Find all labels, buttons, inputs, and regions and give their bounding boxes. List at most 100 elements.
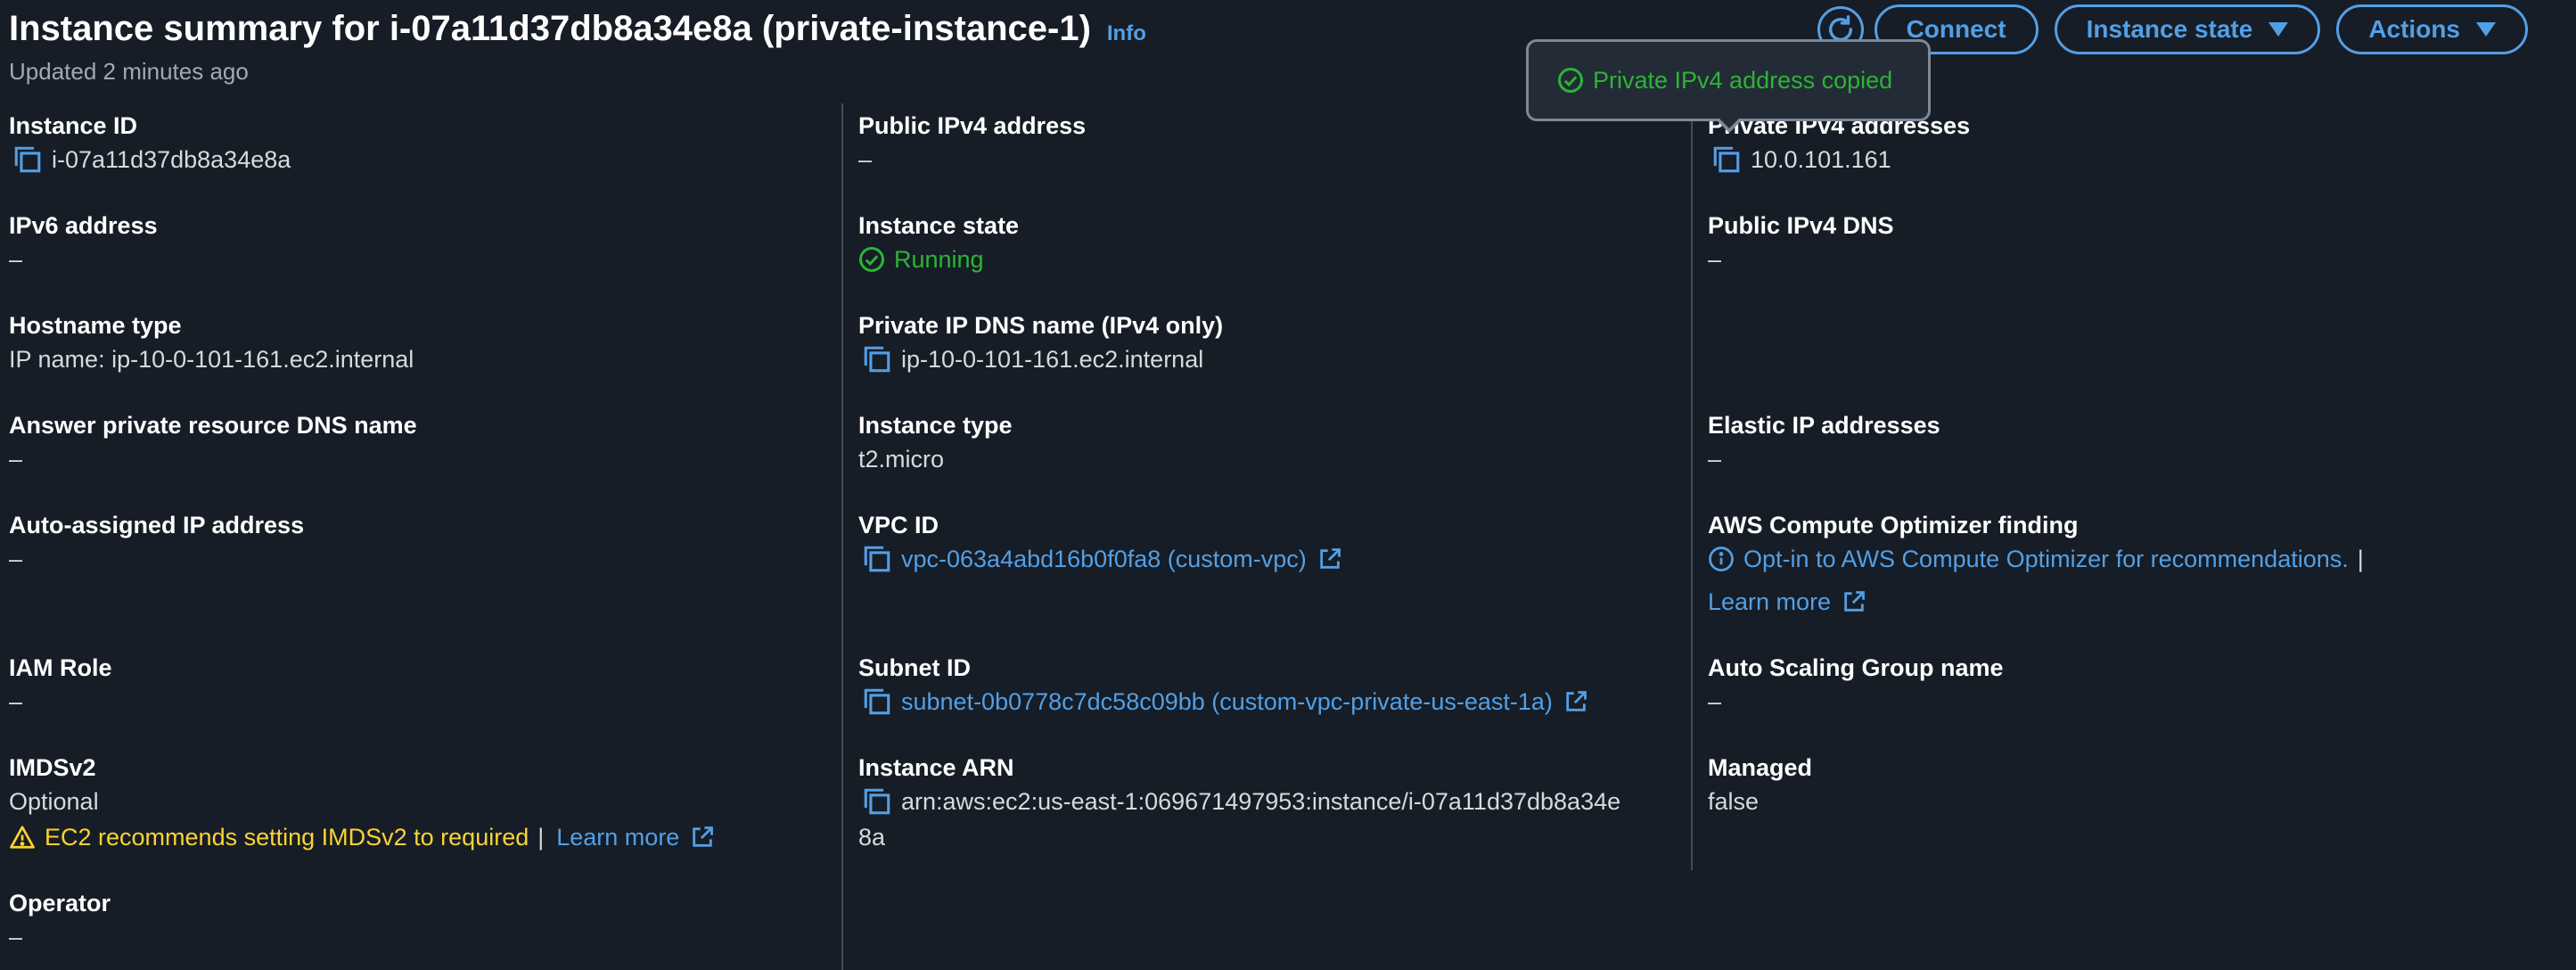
toast-pointer-fill	[1718, 117, 1741, 128]
asg-value: –	[1708, 688, 1722, 715]
auto-ip-field: Auto-assigned IP address –	[9, 509, 304, 577]
copied-toast: Private IPv4 address copied	[1526, 39, 1931, 121]
instance-type-label: Instance type	[858, 412, 1013, 439]
compute-optimizer-opt-in-link[interactable]: Opt-in to AWS Compute Optimizer for reco…	[1743, 541, 2349, 577]
info-link[interactable]: Info	[1107, 21, 1146, 46]
caret-down-icon	[2476, 22, 2496, 37]
public-dns-field: Public IPv4 DNS –	[1708, 210, 1894, 277]
elastic-ip-value: –	[1708, 446, 1722, 473]
instance-arn-field: Instance ARN arn:aws:ec2:us-east-1:06967…	[858, 752, 1620, 855]
copy-icon[interactable]	[862, 344, 892, 374]
public-dns-label: Public IPv4 DNS	[1708, 212, 1894, 239]
private-ipv4-value-row: 10.0.101.161	[1708, 142, 1970, 177]
answer-dns-value: –	[9, 446, 23, 473]
private-dns-label: Private IP DNS name (IPv4 only)	[858, 312, 1224, 339]
warning-icon	[10, 826, 35, 849]
updated-timestamp: Updated 2 minutes ago	[9, 58, 249, 85]
external-link-icon	[1320, 548, 1341, 569]
managed-label: Managed	[1708, 754, 1813, 781]
compute-optimizer-label: AWS Compute Optimizer finding	[1708, 512, 2079, 538]
vpc-id-value-row: vpc-063a4abd16b0f0fa8 (custom-vpc)	[858, 541, 1342, 577]
caret-down-icon	[2268, 22, 2289, 37]
compute-optimizer-row: Opt-in to AWS Compute Optimizer for reco…	[1708, 541, 2364, 577]
imdsv2-field: IMDSv2 Optional EC2 recommends setting I…	[9, 752, 715, 855]
instance-state-dropdown-label: Instance state	[2086, 15, 2253, 43]
answer-dns-label: Answer private resource DNS name	[9, 412, 417, 439]
compute-optimizer-learn-more-link[interactable]: Learn more	[1708, 584, 1831, 620]
private-ipv4-value: 10.0.101.161	[1751, 146, 1891, 173]
copy-icon[interactable]	[862, 544, 892, 574]
vpc-id-label: VPC ID	[858, 512, 939, 538]
summary-header: Instance summary for i-07a11d37db8a34e8a…	[9, 9, 1146, 86]
page-title: Instance summary for i-07a11d37db8a34e8a…	[9, 9, 1091, 48]
iam-role-label: IAM Role	[9, 654, 112, 681]
hostname-type-field: Hostname type IP name: ip-10-0-101-161.e…	[9, 309, 414, 377]
private-dns-field: Private IP DNS name (IPv4 only) ip-10-0-…	[858, 309, 1223, 377]
instance-id-field: Instance ID i-07a11d37db8a34e8a	[9, 110, 291, 177]
copy-icon[interactable]	[1711, 144, 1742, 175]
instance-id-value: i-07a11d37db8a34e8a	[52, 146, 291, 173]
iam-role-value: –	[9, 688, 23, 715]
imdsv2-warning-text: EC2 recommends setting IMDSv2 to require…	[45, 824, 529, 851]
public-ipv4-value: –	[858, 146, 873, 173]
managed-value: false	[1708, 788, 1760, 815]
asg-label: Auto Scaling Group name	[1708, 654, 2004, 681]
subnet-id-link[interactable]: subnet-0b0778c7dc58c09bb (custom-vpc-pri…	[901, 684, 1553, 719]
actions-dropdown-label: Actions	[2368, 15, 2460, 43]
instance-state-value: Running	[894, 246, 984, 273]
instance-state-label: Instance state	[858, 212, 1020, 239]
instance-type-value: t2.micro	[858, 446, 945, 473]
column-divider	[1691, 103, 1693, 870]
hostname-type-value: IP name: ip-10-0-101-161.ec2.internal	[9, 346, 414, 373]
public-ipv4-field: Public IPv4 address –	[858, 110, 1086, 177]
instance-state-field: Instance state Running	[858, 210, 1019, 277]
actions-dropdown[interactable]: Actions	[2336, 4, 2528, 54]
imdsv2-learn-more-link[interactable]: Learn more	[556, 819, 679, 855]
hostname-type-label: Hostname type	[9, 312, 182, 339]
imdsv2-warning-row: EC2 recommends setting IMDSv2 to require…	[9, 819, 715, 855]
separator: |	[2357, 546, 2364, 572]
copy-icon[interactable]	[862, 786, 892, 817]
info-circle-icon	[1709, 547, 1734, 571]
separator: |	[537, 824, 545, 851]
subnet-id-field: Subnet ID subnet-0b0778c7dc58c09bb (cust…	[858, 652, 1588, 719]
copy-icon[interactable]	[862, 686, 892, 717]
vpc-id-link[interactable]: vpc-063a4abd16b0f0fa8 (custom-vpc)	[901, 541, 1307, 577]
ipv6-value: –	[9, 246, 23, 273]
private-dns-value-row: ip-10-0-101-161.ec2.internal	[858, 341, 1223, 377]
answer-dns-field: Answer private resource DNS name –	[9, 409, 417, 477]
external-link-icon	[1566, 691, 1587, 711]
instance-state-dropdown[interactable]: Instance state	[2054, 4, 2321, 54]
asg-field: Auto Scaling Group name –	[1708, 652, 2004, 719]
instance-id-value-row: i-07a11d37db8a34e8a	[9, 142, 291, 177]
instance-type-field: Instance type t2.micro	[858, 409, 1013, 477]
toast-message: Private IPv4 address copied	[1593, 66, 1893, 94]
auto-ip-label: Auto-assigned IP address	[9, 512, 305, 538]
check-circle-icon	[1558, 68, 1583, 93]
instance-state-value-row: Running	[858, 242, 1019, 277]
compute-optimizer-field: AWS Compute Optimizer finding Opt-in to …	[1708, 509, 2364, 620]
external-link-icon	[1844, 591, 1865, 612]
copy-icon[interactable]	[12, 144, 43, 175]
ipv6-label: IPv6 address	[9, 212, 158, 239]
iam-role-field: IAM Role –	[9, 652, 112, 719]
elastic-ip-field: Elastic IP addresses –	[1708, 409, 1940, 477]
compute-optimizer-learn-more-row: Learn more	[1708, 584, 2364, 620]
instance-arn-value-continued: 8a	[858, 824, 886, 851]
subnet-id-label: Subnet ID	[858, 654, 971, 681]
public-ipv4-label: Public IPv4 address	[858, 112, 1087, 139]
private-dns-value: ip-10-0-101-161.ec2.internal	[901, 346, 1204, 373]
vpc-id-field: VPC ID vpc-063a4abd16b0f0fa8 (custom-vpc…	[858, 509, 1342, 577]
imdsv2-value: Optional	[9, 788, 99, 815]
ipv6-field: IPv6 address –	[9, 210, 158, 277]
column-divider	[841, 103, 843, 970]
external-link-icon	[693, 826, 714, 847]
subnet-id-value-row: subnet-0b0778c7dc58c09bb (custom-vpc-pri…	[858, 684, 1588, 719]
instance-details: Instance ID i-07a11d37db8a34e8a IPv6 add…	[0, 103, 2576, 970]
check-circle-icon	[859, 247, 884, 272]
imdsv2-label: IMDSv2	[9, 754, 96, 781]
operator-label: Operator	[9, 890, 111, 917]
instance-id-label: Instance ID	[9, 112, 138, 139]
instance-arn-label: Instance ARN	[858, 754, 1014, 781]
instance-arn-value-row: arn:aws:ec2:us-east-1:069671497953:insta…	[858, 784, 1620, 819]
